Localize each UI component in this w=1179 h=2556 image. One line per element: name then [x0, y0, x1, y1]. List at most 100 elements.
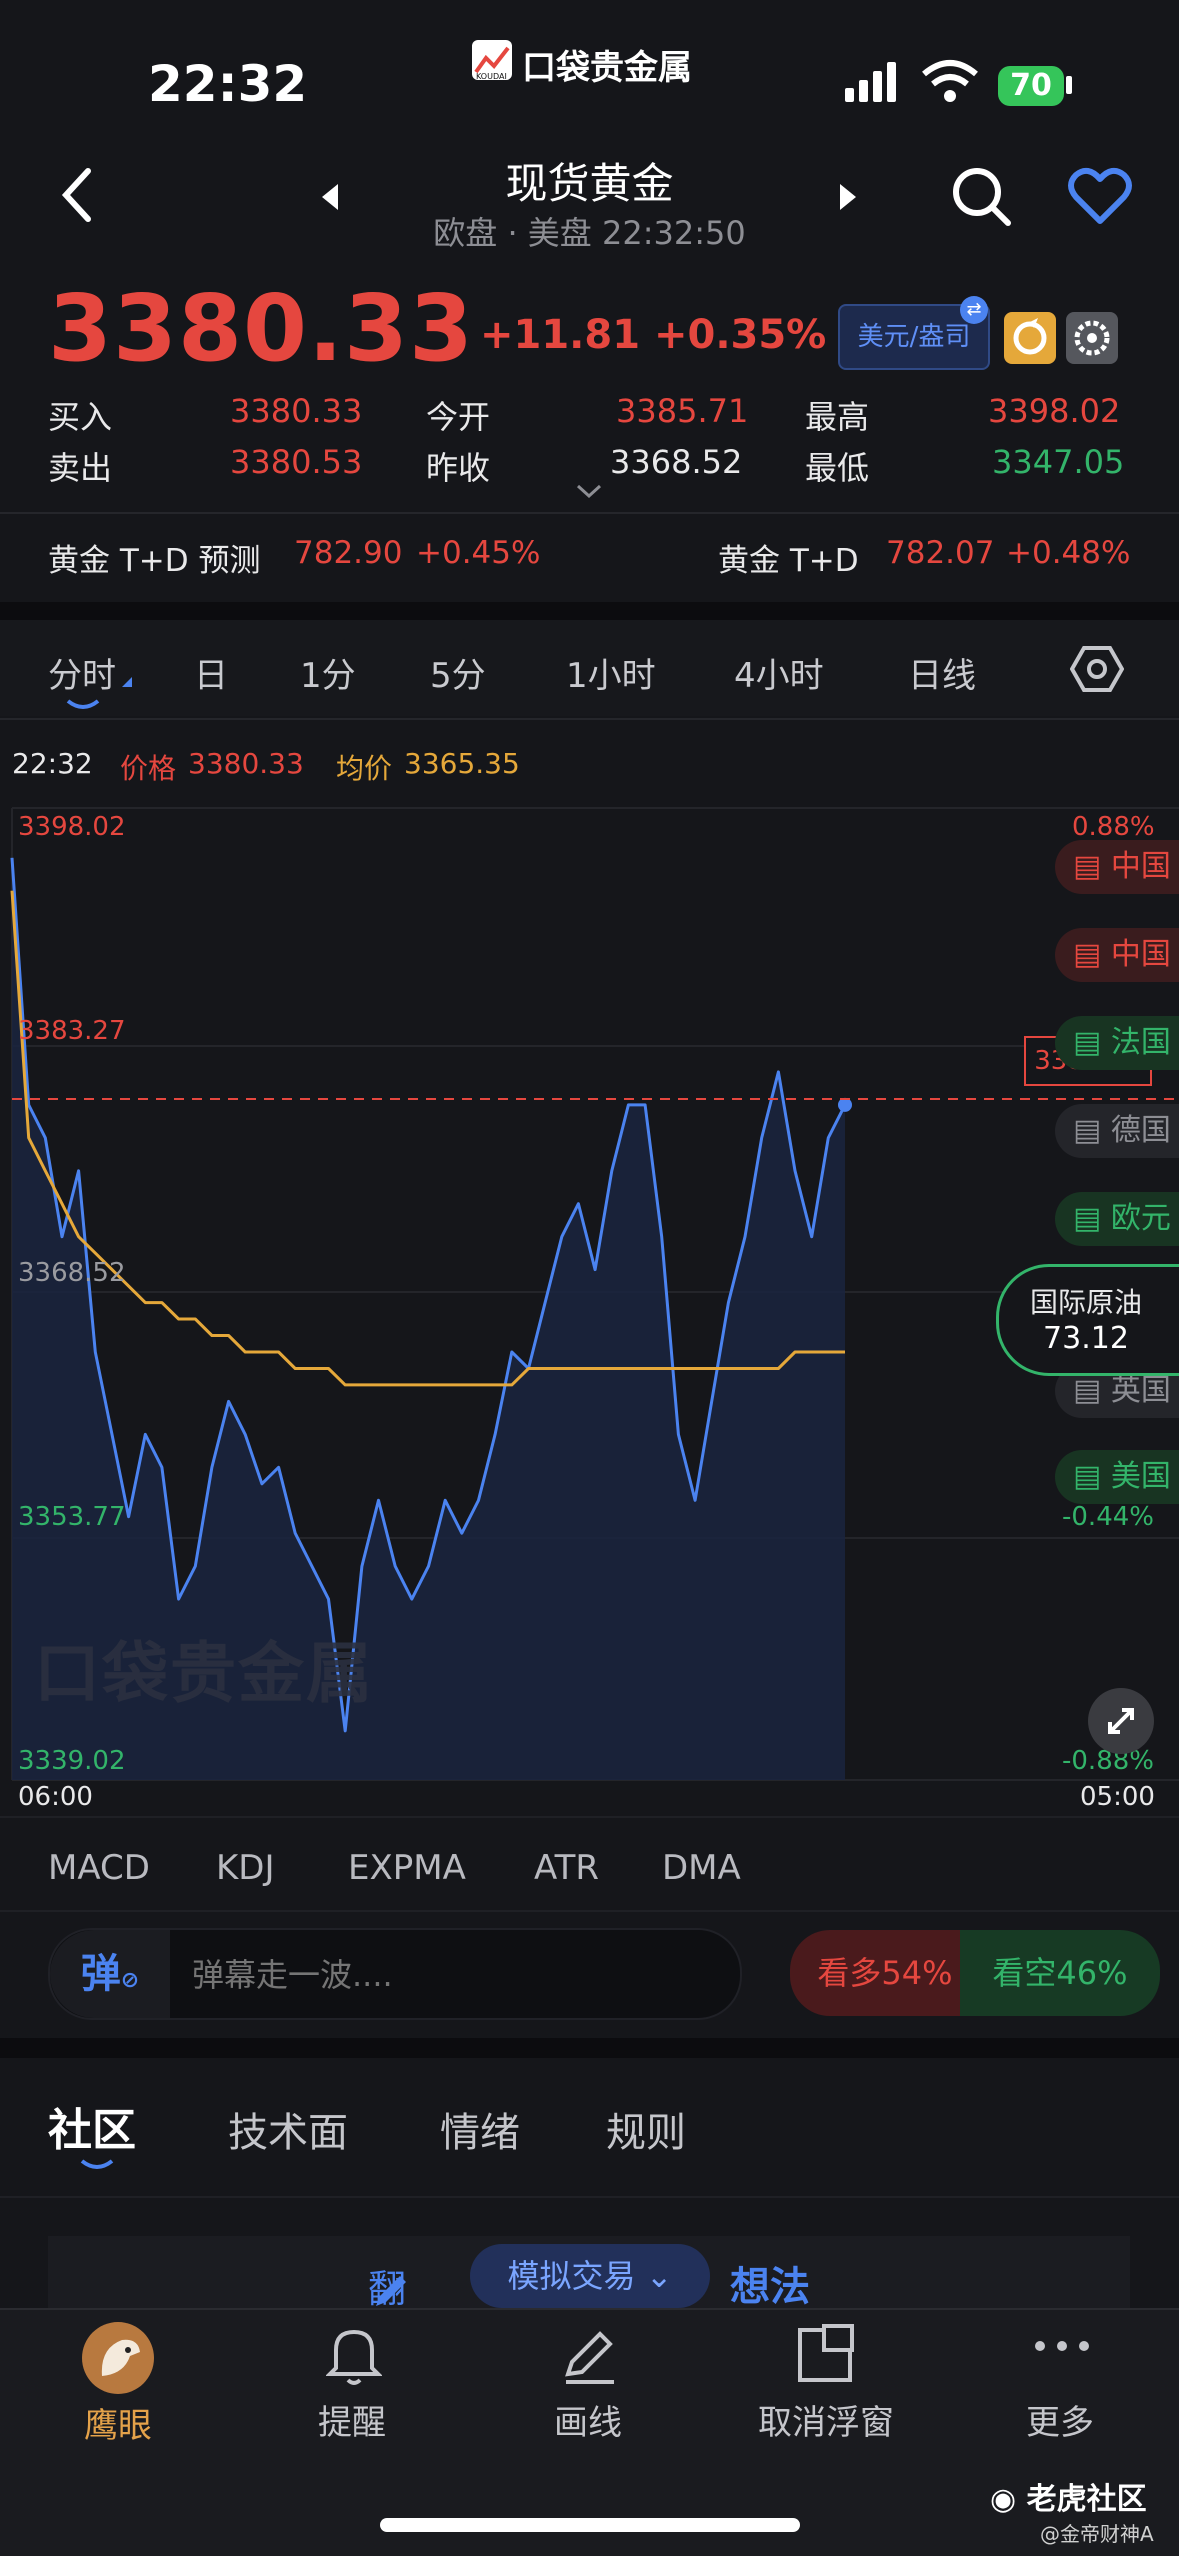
- event-tag-label: 中国: [1110, 937, 1171, 972]
- danmu-input[interactable]: [190, 1948, 714, 2002]
- tab-day[interactable]: 日: [194, 648, 228, 697]
- post-idea-text-right: 想法: [730, 2264, 810, 2310]
- event-tag-us[interactable]: ▤ 美国: [1055, 1450, 1179, 1504]
- event-tag-cn[interactable]: ▤ 中国: [1055, 840, 1179, 894]
- tab-intraday[interactable]: 分时: [48, 648, 116, 697]
- eagle-avatar-icon[interactable]: [82, 2322, 154, 2394]
- crude-oil-bubble[interactable]: 国际原油 73.12: [996, 1264, 1179, 1376]
- section-separator: [0, 2038, 1179, 2058]
- divider: [0, 2308, 1179, 2310]
- event-tag-label: 美国: [1110, 1459, 1171, 1494]
- tab-1hour[interactable]: 1小时: [566, 648, 656, 697]
- bearish-vote-button[interactable]: 看空46%: [960, 1930, 1160, 2016]
- event-tag-label: 德国: [1110, 1113, 1171, 1148]
- calendar-icon: ▤: [1073, 849, 1111, 884]
- indicator-tab-macd[interactable]: MACD: [48, 1848, 150, 1888]
- nav-more[interactable]: 更多: [970, 2395, 1150, 2444]
- tab-daily-line[interactable]: 日线: [908, 648, 976, 697]
- home-indicator: [380, 2518, 800, 2532]
- td-forecast-label: 黄金 T+D 预测: [48, 543, 261, 579]
- battery-indicator: 70: [998, 66, 1064, 106]
- event-tag-cn[interactable]: ▤ 中国: [1055, 928, 1179, 982]
- sim-trade-label: 模拟交易: [507, 2257, 636, 2295]
- indicator-tab-expma[interactable]: EXPMA: [348, 1848, 466, 1888]
- prev-close-label: 昨收: [426, 449, 491, 487]
- indicator-tab-atr[interactable]: ATR: [534, 1848, 599, 1888]
- refresh-icon[interactable]: [1004, 312, 1056, 364]
- tab-technical[interactable]: 技术面: [228, 2100, 348, 2158]
- y-tick-label: 3368.52: [18, 1258, 126, 1288]
- chart-avg-value: 3365.35: [404, 747, 520, 780]
- expand-chevron-icon[interactable]: [576, 484, 602, 504]
- pct-tick-label: 0.88%: [1072, 812, 1155, 842]
- nav-draw-line[interactable]: 画线: [498, 2395, 678, 2444]
- next-symbol-icon[interactable]: [836, 182, 860, 216]
- event-tag-label: 中国: [1110, 849, 1171, 884]
- footer-brand: ◉ 老虎社区: [990, 2474, 1147, 2518]
- td-forecast-pct: +0.45%: [416, 535, 541, 571]
- tab-1min[interactable]: 1分: [300, 648, 356, 697]
- active-tab-indicator: [66, 696, 100, 715]
- current-price: 3380.33: [48, 275, 475, 382]
- swap-icon[interactable]: ⇄: [960, 296, 988, 324]
- pct-tick-label: -0.44%: [1062, 1502, 1154, 1532]
- nav-alert[interactable]: 提醒: [262, 2395, 442, 2444]
- tab-rules[interactable]: 规则: [606, 2100, 686, 2158]
- search-icon[interactable]: [950, 165, 1012, 231]
- tab-dropdown-icon[interactable]: [120, 674, 134, 693]
- tab-5min[interactable]: 5分: [430, 648, 486, 697]
- danmu-icon-text: 弹: [80, 1951, 121, 1997]
- currency-unit-label: 美元/盎司: [857, 322, 971, 352]
- chart-settings-icon[interactable]: [1069, 644, 1125, 698]
- calendar-icon: ▤: [1073, 1373, 1111, 1408]
- sim-trade-button[interactable]: 模拟交易 ⌄: [470, 2244, 710, 2308]
- nav-eagle-eye[interactable]: 鹰眼: [28, 2398, 208, 2447]
- wifi-icon: [920, 58, 980, 108]
- chart-price-value: 3380.33: [188, 747, 304, 780]
- x-tick-label: 06:00: [18, 1782, 93, 1812]
- tab-sentiment[interactable]: 情绪: [440, 2100, 520, 2158]
- event-tag-fr[interactable]: ▤ 法国: [1055, 1016, 1179, 1070]
- danmu-input-container[interactable]: 弹⊘: [48, 1928, 742, 2020]
- app-logo: 口袋贵金属 KOUDAI: [470, 38, 710, 88]
- calendar-icon: ▤: [1073, 1459, 1111, 1494]
- divider: [0, 1910, 1179, 1912]
- chart-watermark: 口袋贵金属: [34, 1635, 374, 1712]
- battery-level: 70: [1010, 68, 1052, 103]
- open-value: 3385.71: [616, 392, 749, 430]
- danmu-toggle-icon[interactable]: 弹⊘: [50, 1930, 170, 2018]
- divider: [0, 718, 1179, 720]
- high-label: 最高: [805, 398, 870, 436]
- nav-cancel-float[interactable]: 取消浮窗: [736, 2395, 916, 2444]
- favorite-heart-icon[interactable]: [1068, 167, 1132, 229]
- calendar-icon: ▤: [1073, 937, 1111, 972]
- tab-4hour[interactable]: 4小时: [734, 648, 824, 697]
- td-forecast-value: 782.90: [294, 535, 403, 571]
- footer-user: @金帝财神A: [1040, 2522, 1154, 2546]
- indicator-tab-kdj[interactable]: KDJ: [216, 1848, 275, 1888]
- y-tick-label: 3398.02: [18, 812, 126, 842]
- x-tick-label: 05:00: [1080, 1782, 1155, 1812]
- bullish-vote-button[interactable]: 看多54%: [790, 1930, 980, 2016]
- low-label: 最低: [805, 449, 870, 487]
- fullscreen-expand-icon[interactable]: [1088, 1688, 1154, 1754]
- high-value: 3398.02: [988, 392, 1121, 430]
- event-tag-eu[interactable]: ▤ 欧元: [1055, 1192, 1179, 1246]
- indicator-tab-dma[interactable]: DMA: [662, 1848, 741, 1888]
- y-tick-label: 3383.27: [18, 1016, 126, 1046]
- settings-gear-icon[interactable]: [1066, 312, 1118, 364]
- battery-tip-icon: [1066, 76, 1072, 94]
- bull-pct: 看多54%: [817, 1954, 953, 1992]
- open-label: 今开: [426, 398, 491, 436]
- calendar-icon: ▤: [1073, 1113, 1111, 1148]
- divider: [0, 512, 1179, 514]
- oil-name: 国际原油: [1029, 1286, 1142, 1319]
- chart-cursor-time: 22:32: [12, 747, 93, 780]
- more-dots-icon: [1032, 2336, 1092, 2360]
- footer-brand-text: 老虎社区: [1026, 2482, 1147, 2517]
- float-window-icon: [796, 2322, 856, 2390]
- event-tag-de[interactable]: ▤ 德国: [1055, 1104, 1179, 1158]
- y-tick-label: 3339.02: [18, 1746, 126, 1776]
- tab-community[interactable]: 社区: [48, 2094, 136, 2158]
- ask-label: 卖出: [48, 449, 113, 487]
